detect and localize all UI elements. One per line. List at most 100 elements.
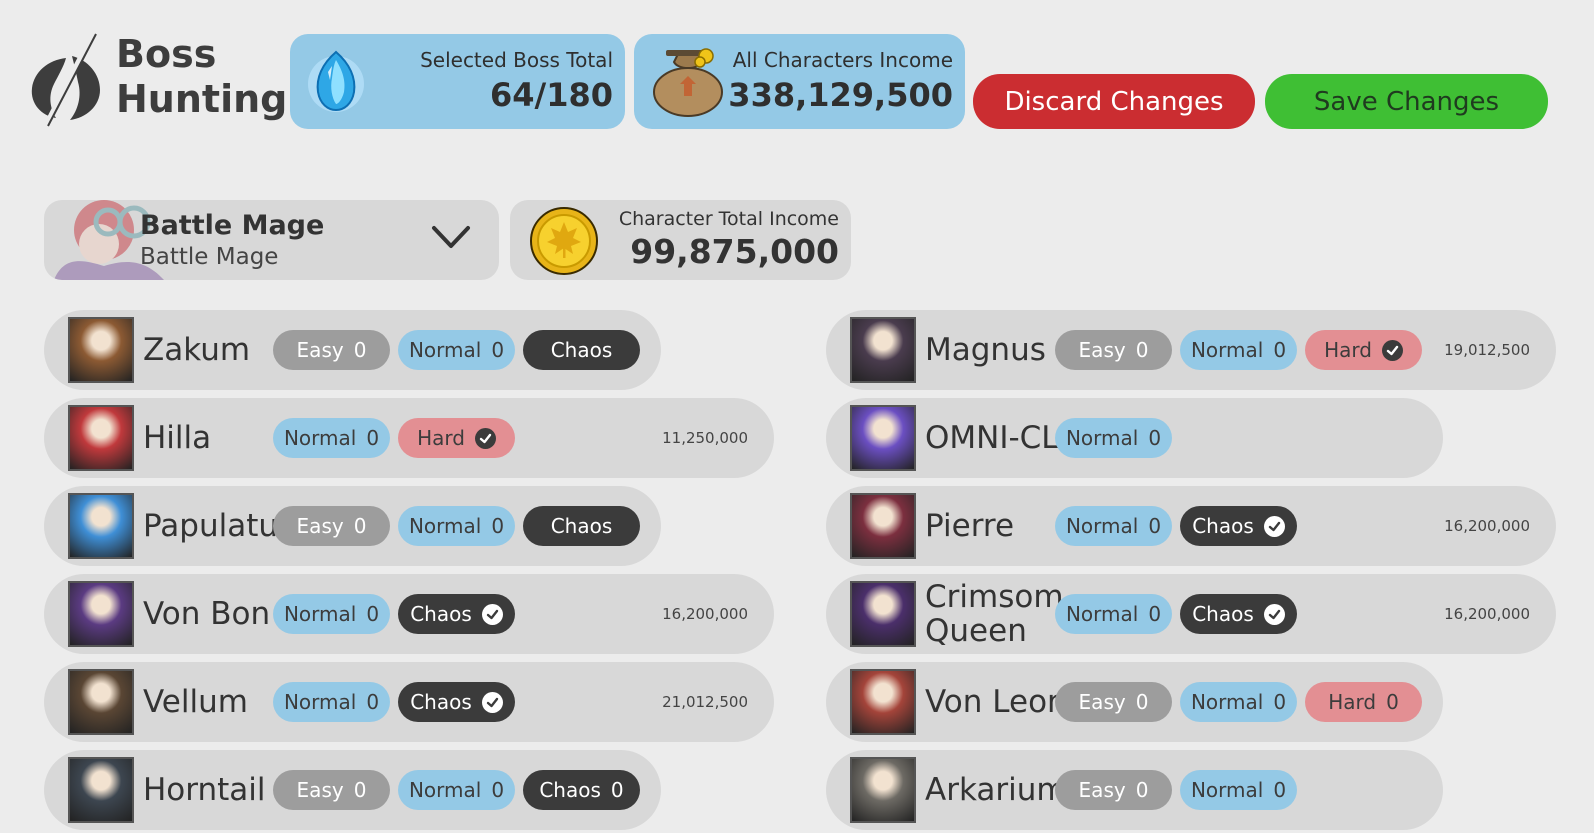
difficulty-count: 0	[366, 690, 380, 714]
boss-row: OMNI-CLN Normal 0	[826, 398, 1443, 478]
difficulty-count: 0	[366, 426, 380, 450]
difficulty-label: Normal	[1065, 602, 1139, 626]
boss-portrait	[68, 669, 134, 735]
difficulty-label: Normal	[1190, 690, 1264, 714]
difficulty-label: Easy	[1078, 338, 1126, 362]
boss-portrait	[68, 757, 134, 823]
character-selector[interactable]: Battle Mage Battle Mage	[44, 200, 499, 280]
difficulty-label: Normal	[408, 514, 482, 538]
discard-changes-button[interactable]: Discard Changes	[973, 74, 1255, 129]
boss-logo-icon	[31, 30, 100, 128]
boss-row: Hilla Normal 0 Hard 11,250,000	[44, 398, 774, 478]
difficulty-normal-button[interactable]: Normal 0	[398, 770, 515, 810]
boss-row: Arkarium Easy 0 Normal 0	[826, 750, 1443, 830]
check-icon	[1263, 515, 1285, 537]
difficulty-chaos-button[interactable]: Chaos	[1180, 506, 1297, 546]
page-title-line1: Boss	[116, 32, 217, 76]
difficulty-label: Hard	[417, 426, 465, 450]
difficulty-chaos-button[interactable]: Chaos	[1180, 594, 1297, 634]
difficulty-label: Easy	[1078, 690, 1126, 714]
boss-portrait	[850, 669, 916, 735]
difficulty-normal-button[interactable]: Normal 0	[1180, 770, 1297, 810]
difficulty-easy-button[interactable]: Easy 0	[273, 770, 390, 810]
difficulty-hard-button[interactable]: Hard 0	[1305, 682, 1422, 722]
difficulty-label: Normal	[1065, 426, 1139, 450]
difficulty-count: 0	[353, 778, 367, 802]
boss-name: Vellum	[143, 684, 248, 720]
boss-portrait	[850, 581, 916, 647]
difficulty-normal-button[interactable]: Normal 0	[273, 682, 390, 722]
difficulty-label: Easy	[1078, 778, 1126, 802]
difficulty-count: 0	[1273, 778, 1287, 802]
difficulty-count: 0	[1148, 426, 1162, 450]
difficulty-label: Normal	[408, 338, 482, 362]
difficulty-normal-button[interactable]: Normal 0	[398, 506, 515, 546]
difficulty-easy-button[interactable]: Easy 0	[1055, 682, 1172, 722]
difficulty-easy-button[interactable]: Easy 0	[273, 506, 390, 546]
difficulty-count: 0	[1273, 338, 1287, 362]
difficulty-normal-button[interactable]: Normal 0	[1180, 330, 1297, 370]
difficulty-chaos-button[interactable]: Chaos	[398, 682, 515, 722]
boss-row: Horntail Easy 0 Normal 0 Chaos 0	[44, 750, 661, 830]
boss-portrait	[68, 493, 134, 559]
check-icon	[474, 427, 496, 449]
difficulty-easy-button[interactable]: Easy 0	[273, 330, 390, 370]
difficulty-normal-button[interactable]: Normal 0	[398, 330, 515, 370]
boss-row: Crimsom Queen Normal 0 Chaos 16,200,000	[826, 574, 1556, 654]
difficulty-count: 0	[491, 338, 505, 362]
selected-boss-total-value: 64/180	[489, 76, 613, 114]
difficulty-label: Normal	[1190, 778, 1264, 802]
character-name: Battle Mage	[140, 210, 325, 241]
boss-portrait	[850, 317, 916, 383]
boss-row: Von Leon Easy 0 Normal 0 Hard 0	[826, 662, 1443, 742]
boss-row: Vellum Normal 0 Chaos 21,012,500	[44, 662, 774, 742]
difficulty-label: Chaos	[550, 338, 613, 362]
difficulty-normal-button[interactable]: Normal 0	[273, 418, 390, 458]
difficulty-label: Hard	[1324, 338, 1372, 362]
difficulty-hard-button[interactable]: Hard	[1305, 330, 1422, 370]
difficulty-label: Normal	[283, 690, 357, 714]
difficulty-normal-button[interactable]: Normal 0	[1055, 506, 1172, 546]
difficulty-easy-button[interactable]: Easy 0	[1055, 330, 1172, 370]
difficulty-easy-button[interactable]: Easy 0	[1055, 770, 1172, 810]
difficulty-chaos-button[interactable]: Chaos 0	[523, 770, 640, 810]
chevron-down-icon[interactable]	[431, 224, 471, 252]
character-income-card: Character Total Income 99,875,000	[510, 200, 851, 280]
difficulty-label: Chaos	[539, 778, 601, 802]
difficulty-chaos-button[interactable]: Chaos	[398, 594, 515, 634]
difficulty-normal-button[interactable]: Normal 0	[1055, 594, 1172, 634]
difficulty-label: Normal	[283, 602, 357, 626]
boss-row: Papulatus Easy 0 Normal 0 Chaos	[44, 486, 661, 566]
character-class: Battle Mage	[140, 244, 279, 270]
difficulty-count: 0	[491, 514, 505, 538]
difficulty-chaos-button[interactable]: Chaos	[523, 506, 640, 546]
difficulty-label: Chaos	[410, 690, 472, 714]
difficulty-chaos-button[interactable]: Chaos	[523, 330, 640, 370]
boss-name: Von Leon	[925, 684, 1067, 720]
difficulty-count: 0	[353, 338, 367, 362]
difficulty-label: Chaos	[410, 602, 472, 626]
character-income-label: Character Total Income	[618, 208, 839, 230]
money-bag-icon	[653, 48, 723, 117]
boss-income: 21,012,500	[662, 693, 748, 711]
boss-portrait	[68, 405, 134, 471]
difficulty-normal-button[interactable]: Normal 0	[273, 594, 390, 634]
difficulty-hard-button[interactable]: Hard	[398, 418, 515, 458]
difficulty-label: Easy	[296, 338, 344, 362]
boss-portrait	[68, 317, 134, 383]
difficulty-count: 0	[491, 778, 505, 802]
all-characters-income-value: 338,129,500	[728, 76, 953, 114]
boss-name: Hilla	[143, 420, 212, 456]
difficulty-label: Normal	[1190, 338, 1264, 362]
boss-name: Crimsom Queen	[925, 579, 1064, 649]
boss-portrait	[68, 581, 134, 647]
difficulty-label: Chaos	[1192, 514, 1254, 538]
difficulty-normal-button[interactable]: Normal 0	[1180, 682, 1297, 722]
boss-name: Horntail	[143, 772, 266, 808]
boss-row: Magnus Easy 0 Normal 0 Hard 19,012,500	[826, 310, 1556, 390]
save-changes-button[interactable]: Save Changes	[1265, 74, 1548, 129]
difficulty-count: 0	[1135, 690, 1149, 714]
boss-name: Magnus	[925, 332, 1046, 368]
difficulty-normal-button[interactable]: Normal 0	[1055, 418, 1172, 458]
page-title-line2: Hunting	[116, 77, 288, 121]
